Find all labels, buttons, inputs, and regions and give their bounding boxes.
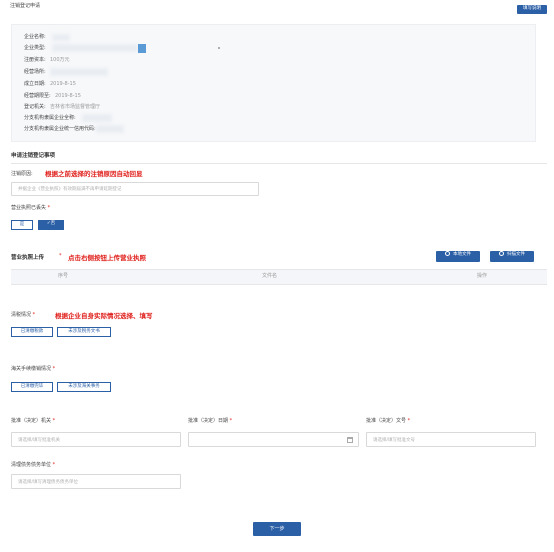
approval-date-input[interactable] xyxy=(188,432,359,447)
tax-option-paid[interactable]: 已清缴税款 xyxy=(11,327,53,337)
customs-label: 海关手续缴销情况 * xyxy=(11,366,56,372)
established-value: 2019-8-15 xyxy=(50,81,76,87)
approval-date-label: 批准（决定）日期 * xyxy=(188,418,233,424)
approval-authority-label: 批准（决定）机关 * xyxy=(11,418,56,424)
customs-option-none[interactable]: 未涉及海关事务 xyxy=(57,382,111,392)
liquidation-input[interactable]: 请选择/填写清理债务债务单位 xyxy=(11,474,181,489)
reason-note: 根据之前选择的注销原因自动回显 xyxy=(45,170,143,178)
license-upload-note: 点击右侧按钮上传营业执照 xyxy=(68,254,146,262)
parent-name-redacted xyxy=(82,114,112,122)
company-info-card xyxy=(11,24,536,142)
upload-icon xyxy=(445,251,450,256)
term-label: 经营期限至: xyxy=(24,93,51,99)
parent-code-redacted xyxy=(96,125,124,133)
tax-option-none[interactable]: 未涉及税务文书 xyxy=(57,327,111,337)
tax-label: 清税情况 * xyxy=(11,312,36,318)
license-lost-no[interactable]: ✓否 xyxy=(38,220,64,230)
approval-authority-placeholder: 请选择/填写批准机关 xyxy=(18,437,61,443)
tax-note: 根据企业自身实际情况选择、填写 xyxy=(55,312,153,320)
license-lost-label: 营业执照已丢失 * xyxy=(11,205,51,211)
required-star: * xyxy=(59,253,62,259)
established-label: 成立日期: xyxy=(24,81,46,87)
reason-label: 注销原因: xyxy=(11,171,33,177)
liquidation-placeholder: 请选择/填写清理债务债务单位 xyxy=(18,479,79,485)
liquidation-label: 清理债务债务单位 * xyxy=(11,462,56,468)
company-type-accent xyxy=(138,44,146,53)
parent-code-label: 分支机构隶属企业统一信用代码: xyxy=(24,126,96,132)
term-value: 2019-8-15 xyxy=(55,93,81,99)
capital-label: 注册资本: xyxy=(24,57,46,63)
capital-value: 100万元 xyxy=(50,57,70,63)
authority-value: 吉林省市场监督管理厅 xyxy=(50,104,101,110)
section-divider xyxy=(11,163,547,164)
company-name-label: 企业名称: xyxy=(24,34,46,40)
approval-doc-input[interactable]: 请选择/填写批准文号 xyxy=(366,432,536,447)
license-upload-label: 营业执照上传 xyxy=(11,255,45,261)
col-index: 序号 xyxy=(58,273,69,279)
company-type-label: 企业类型: xyxy=(24,45,46,51)
instructions-button[interactable]: 填写说明 xyxy=(517,5,547,14)
col-action: 操作 xyxy=(477,273,488,279)
reason-placeholder: 并据企业《营业执照》有效期届满不再申请延期登记 xyxy=(18,187,122,192)
scan-icon xyxy=(499,251,504,256)
apply-section-title: 申请注销登记事项 xyxy=(11,153,56,159)
reason-input[interactable]: 并据企业《营业执照》有效期届满不再申请延期登记 xyxy=(11,182,259,196)
scan-file-button[interactable]: 扫描文件 xyxy=(490,251,534,262)
license-lost-yes[interactable]: 是 xyxy=(11,220,33,230)
calendar-icon[interactable] xyxy=(347,437,353,443)
approval-doc-placeholder: 请选择/填写批准文号 xyxy=(373,437,416,443)
file-table-header xyxy=(11,269,547,285)
authority-label: 登记机关: xyxy=(24,104,46,110)
premises-label: 经营场所: xyxy=(24,69,46,75)
local-file-button[interactable]: 本地文件 xyxy=(436,251,480,262)
info-dot xyxy=(218,47,220,49)
approval-doc-label: 批准（决定）文号 * xyxy=(366,418,411,424)
approval-authority-input[interactable]: 请选择/填写批准机关 xyxy=(11,432,181,447)
col-filename: 文件名 xyxy=(262,273,278,279)
premises-redacted xyxy=(50,68,108,76)
customs-option-paid[interactable]: 已清缴完毕 xyxy=(11,382,53,392)
parent-name-label: 分支机构隶属企业全称: xyxy=(24,115,76,121)
company-type-redacted xyxy=(52,44,138,52)
page-title: 注销登记申请 xyxy=(10,3,41,9)
company-name-redacted xyxy=(52,34,70,41)
next-step-button[interactable]: 下一步 xyxy=(253,522,301,536)
